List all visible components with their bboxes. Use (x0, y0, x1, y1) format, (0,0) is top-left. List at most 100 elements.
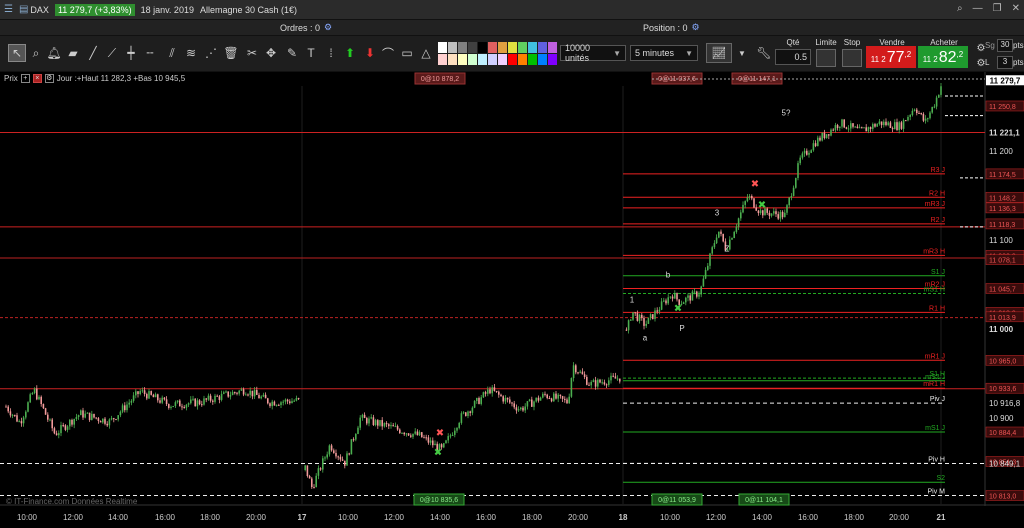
color-swatch[interactable] (518, 42, 527, 53)
channel-icon[interactable]: ⫽ (163, 44, 181, 62)
color-swatch[interactable] (528, 54, 537, 65)
dots-icon[interactable]: ⁞ (322, 44, 340, 62)
horizontal-ray-icon[interactable]: ╌ (141, 44, 159, 62)
trash-icon[interactable]: 🗑︎ (222, 44, 240, 62)
color-swatch[interactable] (478, 54, 487, 65)
buy-arrow-icon[interactable]: ⬆ (341, 44, 359, 62)
color-swatch[interactable] (448, 54, 457, 65)
orders-bar: Ordres : 0 ⚙ Position : 0 ⚙ (0, 20, 1024, 36)
price-tick-label: 11 100 (989, 236, 1013, 245)
candle-body (489, 389, 491, 394)
candle-body (856, 126, 859, 129)
pencil-icon[interactable]: ✎ (283, 44, 301, 62)
level-price-label: 11 174,5 (989, 172, 1016, 179)
settings-icon[interactable]: ⚙ (44, 74, 54, 83)
color-swatch[interactable] (508, 54, 517, 65)
tools-icon[interactable]: ✂ (243, 44, 261, 62)
zoom-icon[interactable]: ⌕ (27, 44, 45, 62)
candle-body (418, 432, 421, 436)
candle-body (249, 390, 251, 395)
color-swatch[interactable] (498, 42, 507, 53)
qty-input[interactable]: 0.5 (775, 49, 811, 65)
color-swatch[interactable] (538, 54, 547, 65)
wrench-icon[interactable]: 🔧︎ (755, 44, 773, 62)
l-input[interactable]: 3 (997, 56, 1013, 69)
candle-body (130, 400, 133, 403)
buy-button[interactable]: 11 2 82 ,2 (918, 46, 968, 68)
search-icon[interactable]: ⌕ (957, 3, 963, 14)
color-swatch[interactable] (508, 42, 517, 53)
time-tick-label: 12:00 (384, 513, 405, 522)
candle-body (117, 415, 119, 420)
price-chart[interactable]: R3 J R2 HmR3 J R2 JmR3 HmR2 J R1 HmR1 JmR1 … (0, 72, 1024, 528)
sg-input[interactable]: 30 (997, 39, 1013, 52)
candle-body (291, 401, 293, 404)
time-tick-label: 17 (298, 513, 307, 522)
color-swatch[interactable] (448, 42, 457, 53)
color-swatch[interactable] (538, 42, 547, 53)
candle-body (797, 163, 799, 179)
stop-toggle[interactable] (842, 49, 862, 67)
close-panel-icon[interactable]: × (32, 74, 42, 83)
color-swatch[interactable] (528, 42, 537, 53)
color-swatch[interactable] (548, 42, 557, 53)
candle-body (75, 417, 78, 419)
candle-body (896, 122, 898, 131)
eraser-icon[interactable]: ▰ (64, 44, 82, 62)
candle-body (225, 391, 227, 393)
chart-canvas[interactable]: R3 JR2 HmR3 JR2 JmR3 HmR2 JR1 HmR1 JmR1 … (0, 72, 1024, 528)
color-swatch[interactable] (438, 54, 447, 65)
indicators-icon[interactable]: 📈︎ (706, 43, 732, 63)
color-swatch[interactable] (488, 42, 497, 53)
color-swatch[interactable] (438, 42, 447, 53)
sell-button[interactable]: 11 2 77 ,2 (866, 46, 916, 68)
candle-body (205, 398, 207, 400)
candle-body (696, 291, 698, 297)
timeframe-dropdown[interactable]: 5 minutes ▼ (630, 45, 698, 61)
candle-body (918, 113, 920, 115)
color-swatch[interactable] (518, 54, 527, 65)
color-swatch[interactable] (498, 54, 507, 65)
limit-label: Limite (815, 38, 837, 47)
fibonacci-icon[interactable]: ≋ (182, 44, 200, 62)
units-dropdown[interactable]: 10000 unités ▼ (560, 43, 626, 63)
color-swatch[interactable] (488, 54, 497, 65)
curve-icon[interactable]: ⌒ (379, 44, 397, 62)
fan-icon[interactable]: ⋰ (202, 44, 220, 62)
buy-price-prefix: 11 2 (922, 55, 938, 64)
crosshair-icon[interactable]: ✥ (262, 44, 280, 62)
rectangle-icon[interactable]: ▭ (398, 44, 416, 62)
color-swatch[interactable] (458, 42, 467, 53)
pointer-tool-icon[interactable]: ↖ (8, 44, 26, 62)
menu-icon[interactable]: ☰ (4, 4, 13, 15)
chevron-down-icon[interactable]: ▼ (733, 44, 751, 62)
candle-body (469, 411, 471, 413)
price-tick-label: 10 849,1 (989, 459, 1021, 468)
color-swatch[interactable] (468, 54, 477, 65)
color-swatch[interactable] (478, 42, 487, 53)
alert-bell-icon[interactable]: 🔔︎ (45, 44, 63, 62)
expand-icon[interactable]: + (20, 74, 30, 83)
minimize-icon[interactable]: — (973, 3, 983, 14)
candle-body (905, 120, 907, 122)
position-summary[interactable]: Position : 0 ⚙ (643, 22, 700, 33)
orders-summary[interactable]: Ordres : 0 ⚙ (280, 22, 332, 33)
color-swatch[interactable] (548, 54, 557, 65)
text-tool-icon[interactable]: T (302, 44, 320, 62)
close-icon[interactable]: ✕ (1012, 3, 1020, 14)
trendline-icon[interactable]: ╱ (84, 44, 102, 62)
ray-line-icon[interactable]: ⟋ (103, 44, 121, 62)
horizontal-line-icon[interactable]: ┿ (122, 44, 140, 62)
sell-arrow-icon[interactable]: ⬇ (361, 44, 379, 62)
candle-body (711, 247, 713, 254)
limit-toggle[interactable] (816, 49, 836, 67)
color-swatch[interactable] (458, 54, 467, 65)
triangle-icon[interactable]: △ (417, 44, 435, 62)
color-swatch[interactable] (468, 42, 477, 53)
settings-icon[interactable]: ⚙ (692, 22, 700, 33)
maximize-icon[interactable]: ❐ (993, 3, 1002, 14)
candle-body (317, 468, 320, 476)
candle-body (403, 432, 405, 435)
settings-icon[interactable]: ⚙ (324, 22, 332, 33)
candle-body (361, 414, 364, 418)
